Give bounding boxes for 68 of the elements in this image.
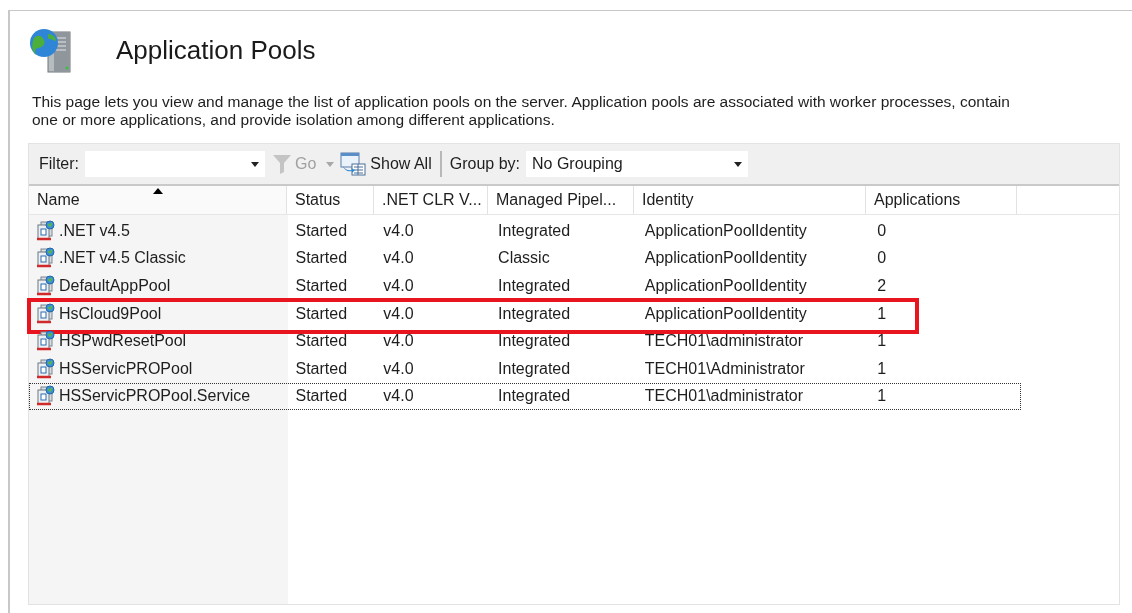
app-pool-icon [35,219,57,242]
table-cell: 0 [877,249,887,268]
table-cell: Integrated [498,304,571,323]
table-cell[interactable]: HSServicPROPool [59,359,193,378]
table-cell: Started [295,249,348,268]
table-cell: ApplicationPoolIdentity [644,277,807,295]
show-all-button[interactable]: Show All [340,152,432,176]
table-cell[interactable]: .NET v4.5 [59,221,130,240]
table-cell: ApplicationPoolIdentity [644,304,807,323]
filter-label: Filter: [39,155,79,173]
dropdown-caret-icon [734,161,742,167]
app-pool-icon [35,302,57,325]
table-cell: TECH01\administrator [644,332,804,351]
column-label: Status [295,191,341,209]
table-cell: v4.0 [383,221,414,240]
table-cell: v4.0 [383,387,414,406]
column-label: .NET CLR V... [382,191,482,209]
page-description: This page lets you view and manage the list of application pools on the server. Application pools are associated with worker processes, contain one or more applications, and provide isolation among different applications. [32,93,1011,129]
app-pool-icon [35,357,57,380]
table-cell: v4.0 [383,332,414,351]
table-cell: Integrated [498,387,571,406]
table-cell: Started [295,304,348,323]
table-cell: Started [295,277,348,295]
app-pool-icon [35,330,57,353]
group-by-dropdown[interactable]: No Grouping [526,151,748,177]
table-cell: 1 [877,359,887,378]
table-cell: ApplicationPoolIdentity [644,221,807,240]
table-cell: Integrated [498,332,571,351]
table-cell: Integrated [498,221,571,240]
table-refresh-icon [340,152,367,176]
funnel-icon [273,154,291,174]
table-cell: Started [295,387,348,406]
table-cell[interactable]: HSPwdResetPool [59,332,187,351]
column-label: Identity [642,191,694,209]
table-cell[interactable]: .NET v4.5 Classic [59,249,186,268]
sort-arrow-icon [152,188,163,194]
table-cell: Started [295,332,348,351]
table-cell[interactable]: HSServicPROPool.Service [59,387,251,406]
table-cell: v4.0 [383,359,414,378]
table-cell: 0 [877,221,887,240]
table-cell: Integrated [498,359,571,378]
table-cell: 2 [877,277,887,295]
filter-field[interactable] [85,151,265,177]
app-pool-icon [35,247,57,270]
table-cell: TECH01\administrator [644,387,804,406]
table-cell: 1 [877,332,887,351]
table-cell[interactable]: HsCloud9Pool [59,304,162,323]
table-cell: v4.0 [383,277,414,295]
column-header[interactable]: Name [29,186,287,214]
dropdown-caret-icon[interactable] [251,161,259,167]
table-cell: 1 [877,387,887,406]
column-label: Applications [874,191,961,209]
table-cell: Started [295,221,348,240]
column-label: Name [37,191,80,209]
page-title: Application Pools [116,34,316,66]
table-cell[interactable]: DefaultAppPool [59,277,171,295]
app-pool-icon [35,275,57,297]
table-cell: Started [295,359,348,378]
table-cell: ApplicationPoolIdentity [644,249,807,268]
table-cell: 1 [877,304,887,323]
table-cell: v4.0 [383,249,414,268]
app-pool-icon [35,385,57,408]
table-cell: TECH01\Administrator [644,359,805,378]
table-cell: v4.0 [383,304,414,323]
group-by-label: Group by: [449,155,520,173]
column-label: Managed Pipel... [496,191,617,209]
table-cell: Integrated [498,277,571,295]
table-cell: Classic [498,249,550,268]
